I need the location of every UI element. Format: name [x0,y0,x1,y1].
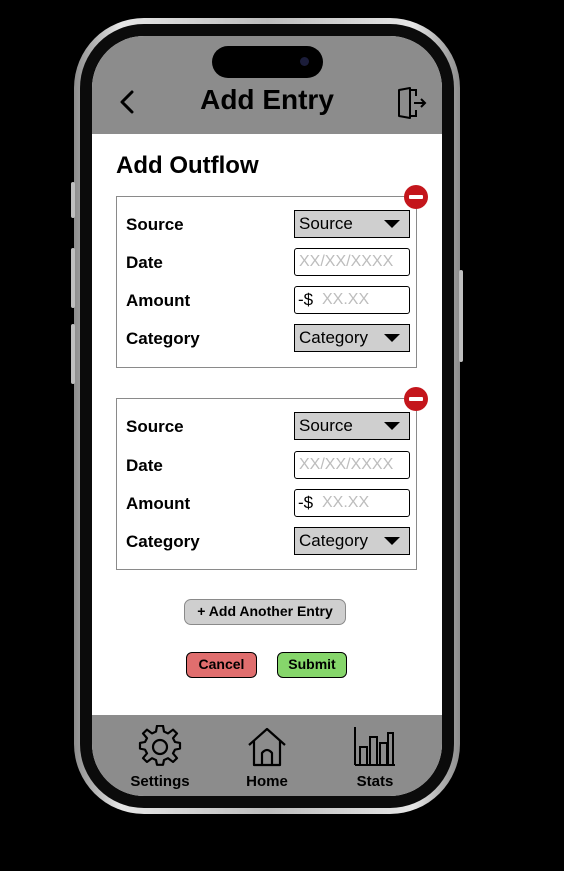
gear-icon [138,725,182,766]
source-label: Source [126,417,184,436]
caret-down-icon [384,537,400,545]
tab-stats-label: Stats [356,773,394,790]
source-dropdown[interactable]: Source [294,210,410,238]
caret-down-icon [384,220,400,228]
category-dropdown[interactable]: Category [294,324,410,352]
category-label: Category [126,532,200,551]
camera-icon [300,57,309,66]
amount-placeholder: XX.XX [322,494,370,511]
category-value: Category [299,328,368,347]
tab-home-label: Home [246,773,288,790]
house-icon [248,727,286,767]
amount-label: Amount [126,291,191,310]
bottom-tab-bar: Settings Home Stats [92,715,442,796]
entry-card: Source Source Date XX/XX/XXXX Amount -$ … [116,387,428,570]
page-title: Add Entry [200,84,334,115]
power-button [459,270,463,362]
date-placeholder: XX/XX/XXXX [299,456,394,473]
remove-entry-button[interactable] [404,387,428,411]
tab-settings[interactable]: Settings [120,721,200,791]
category-label: Category [126,329,200,348]
source-value: Source [299,214,353,233]
tab-home[interactable]: Home [227,721,307,791]
amount-prefix: -$ [298,290,314,309]
add-another-entry-button[interactable]: + Add Another Entry [184,599,346,625]
dynamic-island [212,46,323,78]
tab-settings-label: Settings [130,773,190,790]
app-header: Add Entry [92,36,442,134]
tab-stats[interactable]: Stats [335,721,415,791]
logout-door-icon [398,87,427,119]
date-placeholder: XX/XX/XXXX [299,253,394,270]
form-content: Add Outflow Source Source Date XX/XX/XXX… [92,134,442,715]
amount-label: Amount [126,494,191,513]
category-value: Category [299,531,368,550]
bar-chart-icon [354,727,395,766]
section-title: Add Outflow [116,152,259,179]
amount-input[interactable]: -$ XX.XX [294,286,410,314]
submit-button[interactable]: Submit [277,652,347,678]
category-dropdown[interactable]: Category [294,527,410,555]
silent-switch [71,182,75,218]
entry-card: Source Source Date XX/XX/XXXX Amount -$ … [116,185,428,368]
remove-entry-button[interactable] [404,185,428,209]
amount-prefix: -$ [298,493,314,512]
source-dropdown[interactable]: Source [294,412,410,440]
amount-placeholder: XX.XX [322,291,370,308]
date-label: Date [126,456,163,475]
amount-input[interactable]: -$ XX.XX [294,489,410,517]
volume-down-button [71,324,75,384]
cancel-button[interactable]: Cancel [186,652,257,678]
caret-down-icon [384,334,400,342]
date-input[interactable]: XX/XX/XXXX [294,451,410,479]
source-label: Source [126,215,184,234]
date-input[interactable]: XX/XX/XXXX [294,248,410,276]
volume-up-button [71,248,75,308]
logout-button[interactable] [396,86,428,120]
date-label: Date [126,253,163,272]
source-value: Source [299,416,353,435]
phone-screen: Add Entry Add Outflow Source Source Date [92,36,442,796]
caret-down-icon [384,422,400,430]
